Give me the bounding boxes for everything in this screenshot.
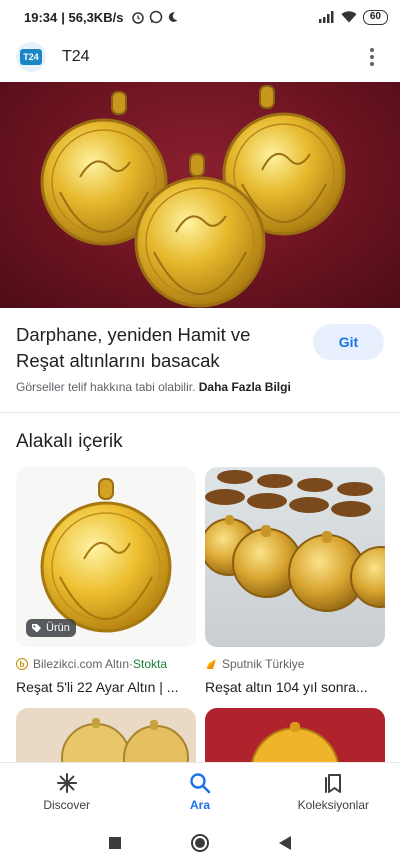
related-card-caption[interactable]: Reşat 5'li 22 Ayar Altın | ... xyxy=(16,679,196,695)
sputnik-favicon xyxy=(206,659,216,669)
bottom-navigation: Discover Ara Koleksiyonlar xyxy=(0,762,400,820)
clock: 19:34 xyxy=(24,9,58,25)
visit-button[interactable]: Git xyxy=(313,324,384,360)
related-heading: Alakalı içerik xyxy=(16,431,123,452)
site-logo-text: T24 xyxy=(20,49,42,65)
status-bar: 19:34 | 56,3KB/s 60 xyxy=(0,0,400,34)
gold-coins-rows-image xyxy=(205,470,385,612)
gold-coins-illustration xyxy=(40,85,346,308)
system-navigation-bar xyxy=(0,820,400,866)
whatsapp-icon xyxy=(150,10,163,24)
nav-search-label: Ara xyxy=(189,797,210,812)
alarm-icon xyxy=(132,12,145,24)
related-card-source: b Bilezikci.com Altın · Stokta xyxy=(16,657,196,671)
gold-coin-red-image xyxy=(250,722,340,817)
status-right: 60 xyxy=(318,9,388,25)
related-card-source: Sputnik Türkiye xyxy=(205,657,385,671)
wifi-icon xyxy=(341,11,357,23)
hero-image[interactable] xyxy=(0,82,400,308)
nav-discover[interactable]: Discover xyxy=(0,763,133,820)
battery-icon: 60 xyxy=(362,9,388,25)
product-badge: Ürün xyxy=(26,619,76,637)
related-card-image[interactable]: Ürün xyxy=(16,467,196,647)
source-name: Sputnik Türkiye xyxy=(222,657,305,671)
bilezikci-favicon: b xyxy=(16,658,28,670)
source-name: Bilezikci.com Altın xyxy=(33,657,130,671)
article-title[interactable]: Darphane, yeniden Hamit ve Reşat altınla… xyxy=(16,322,296,374)
nav-collections[interactable]: Koleksiyonlar xyxy=(267,763,400,820)
more-vert-icon[interactable] xyxy=(360,45,384,69)
related-card[interactable]: Sputnik Türkiye Reşat altın 104 yıl sonr… xyxy=(205,467,385,695)
bookmarks-icon xyxy=(325,773,342,793)
asterisk-icon xyxy=(56,772,77,793)
back-icon[interactable] xyxy=(278,835,292,851)
network-speed: | 56,3KB/s xyxy=(61,9,124,25)
signal-icon xyxy=(318,11,334,23)
recents-icon[interactable] xyxy=(108,836,122,850)
copyright-notice: Görseller telif hakkına tabi olabilir. D… xyxy=(16,380,291,394)
nav-collections-label: Koleksiyonlar xyxy=(297,797,369,812)
home-icon[interactable] xyxy=(190,833,210,853)
site-logo: T24 xyxy=(16,42,46,72)
notification-icons xyxy=(131,10,179,24)
gold-coins-hand-image xyxy=(61,718,189,793)
stock-status: Stokta xyxy=(133,657,168,671)
nav-search[interactable]: Ara xyxy=(133,763,266,820)
status-left: 19:34 | 56,3KB/s xyxy=(24,10,179,25)
app-header: T24 T24 xyxy=(0,34,400,80)
search-icon xyxy=(190,772,211,793)
related-card-caption[interactable]: Reşat altın 104 yıl sonra... xyxy=(205,679,385,695)
product-badge-label: Ürün xyxy=(46,622,70,634)
more-info-link[interactable]: Daha Fazla Bilgi xyxy=(199,380,291,394)
copyright-notice-text: Görseller telif hakkına tabi olabilir. xyxy=(16,380,196,394)
nav-discover-label: Discover xyxy=(43,797,90,812)
related-card[interactable]: Ürün b Bilezikci.com Altın · Stokta Reşa… xyxy=(16,467,196,695)
section-divider xyxy=(0,412,400,413)
moon-icon xyxy=(169,12,178,22)
site-title[interactable]: T24 xyxy=(62,48,90,66)
tag-icon xyxy=(32,623,41,632)
related-card-image[interactable] xyxy=(205,467,385,647)
